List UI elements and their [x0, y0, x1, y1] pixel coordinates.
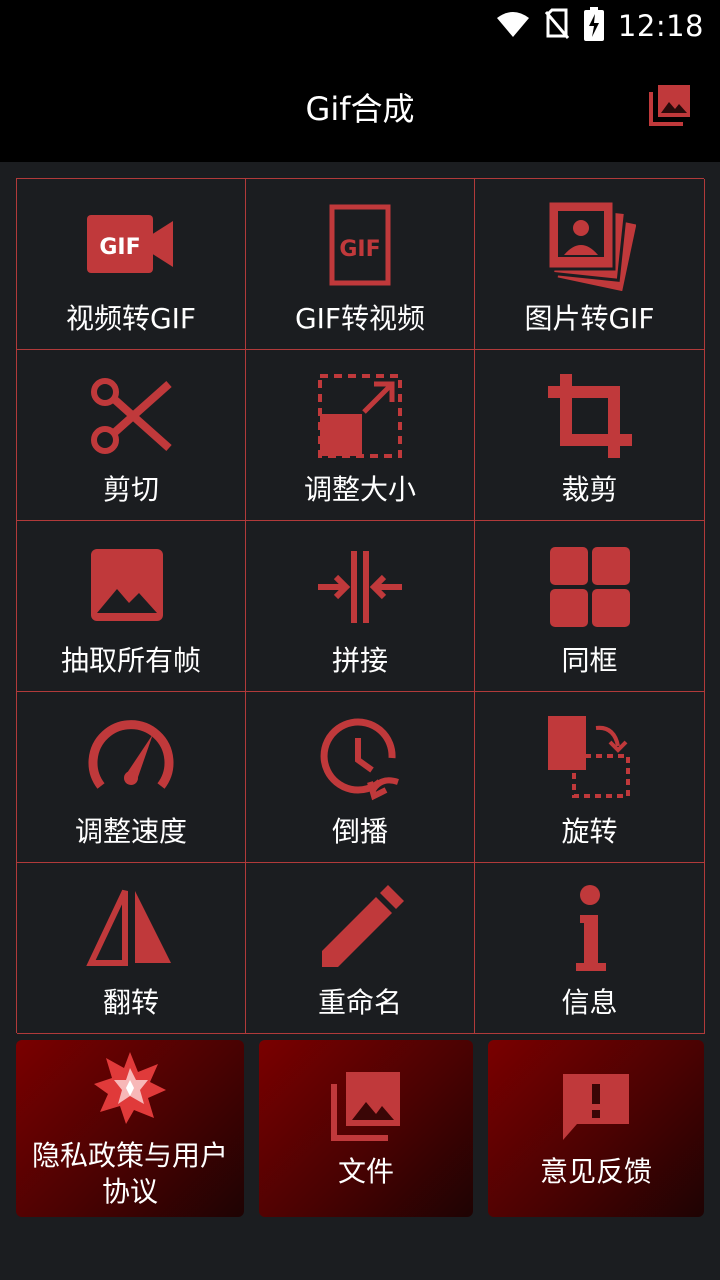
- tool-label: 翻转: [102, 986, 159, 1019]
- video-gif-icon: GIF: [85, 199, 177, 291]
- pencil-icon: [314, 883, 406, 975]
- status-icons: 12:18: [496, 7, 704, 45]
- tool-label: 剪切: [102, 473, 159, 506]
- tool-label: 视频转GIF: [65, 302, 197, 335]
- photo-library-icon: [330, 1070, 402, 1142]
- tool-flip[interactable]: 翻转: [17, 863, 246, 1034]
- tool-crop[interactable]: 裁剪: [475, 350, 705, 521]
- tool-label: GIF转视频: [294, 302, 426, 335]
- tool-info[interactable]: 信息: [475, 863, 705, 1034]
- tool-label: 倒播: [331, 815, 388, 848]
- status-bar: 12:18: [0, 0, 720, 52]
- tool-merge[interactable]: 拼接: [246, 521, 475, 692]
- speedometer-icon: [85, 712, 177, 804]
- battery-charging-icon: [583, 7, 604, 45]
- image-icon: [85, 541, 177, 633]
- resize-icon: [314, 370, 406, 462]
- star-burst-icon: [92, 1050, 168, 1126]
- tool-cut[interactable]: 剪切: [17, 350, 246, 521]
- tool-speed[interactable]: 调整速度: [17, 692, 246, 863]
- tool-label: 重命名: [317, 986, 402, 1019]
- tool-label: 信息: [561, 986, 618, 1019]
- tool-extract-frames[interactable]: 抽取所有帧: [17, 521, 246, 692]
- tool-gif-to-video[interactable]: GIF GIF转视频: [246, 179, 475, 350]
- tool-label: 旋转: [561, 815, 618, 848]
- scissors-icon: [85, 370, 177, 462]
- photo-library-icon: [649, 85, 690, 126]
- crop-icon: [544, 370, 636, 462]
- files-card[interactable]: 文件: [259, 1040, 473, 1217]
- tool-label: 调整大小: [303, 473, 416, 506]
- merge-icon: [314, 541, 406, 633]
- photo-stack-icon: [544, 199, 636, 291]
- feedback-icon: [559, 1070, 633, 1144]
- tool-photo-to-gif[interactable]: 图片转GIF: [475, 179, 705, 350]
- tool-label: 同框: [561, 644, 618, 677]
- status-time: 12:18: [617, 9, 704, 43]
- app-bar: Gif合成: [0, 52, 720, 162]
- page-title: Gif合成: [305, 90, 415, 128]
- tool-same-frame[interactable]: 同框: [475, 521, 705, 692]
- feedback-card[interactable]: 意见反馈: [488, 1040, 704, 1217]
- gif-frame-icon: GIF: [314, 199, 406, 291]
- svg-text:GIF: GIF: [99, 235, 140, 260]
- tool-reverse[interactable]: 倒播: [246, 692, 475, 863]
- tool-video-to-gif[interactable]: GIF 视频转GIF: [17, 179, 246, 350]
- tool-label: 裁剪: [561, 473, 618, 506]
- privacy-policy-card[interactable]: 隐私政策与用户协议: [16, 1040, 244, 1217]
- tool-rename[interactable]: 重命名: [246, 863, 475, 1034]
- clock-reverse-icon: [314, 712, 406, 804]
- flip-icon: [85, 883, 177, 975]
- rotate-icon: [544, 712, 636, 804]
- grid-icon: [544, 541, 636, 633]
- info-icon: [544, 883, 636, 975]
- no-sim-icon: [544, 8, 570, 44]
- svg-text:GIF: GIF: [339, 237, 380, 262]
- tool-rotate[interactable]: 旋转: [475, 692, 705, 863]
- gallery-button[interactable]: [648, 83, 692, 127]
- card-label: 文件: [337, 1155, 394, 1188]
- tool-label: 图片转GIF: [524, 302, 655, 335]
- tool-label: 拼接: [331, 644, 388, 677]
- wifi-icon: [496, 10, 530, 42]
- tool-label: 调整速度: [74, 815, 187, 848]
- card-label: 隐私政策与用户协议: [31, 1139, 228, 1208]
- tool-grid: GIF 视频转GIF GIF GIF转视频 图片转GIF 剪切 调整大小 裁剪: [16, 178, 705, 1034]
- tool-resize[interactable]: 调整大小: [246, 350, 475, 521]
- card-label: 意见反馈: [539, 1155, 652, 1188]
- tool-label: 抽取所有帧: [60, 644, 201, 677]
